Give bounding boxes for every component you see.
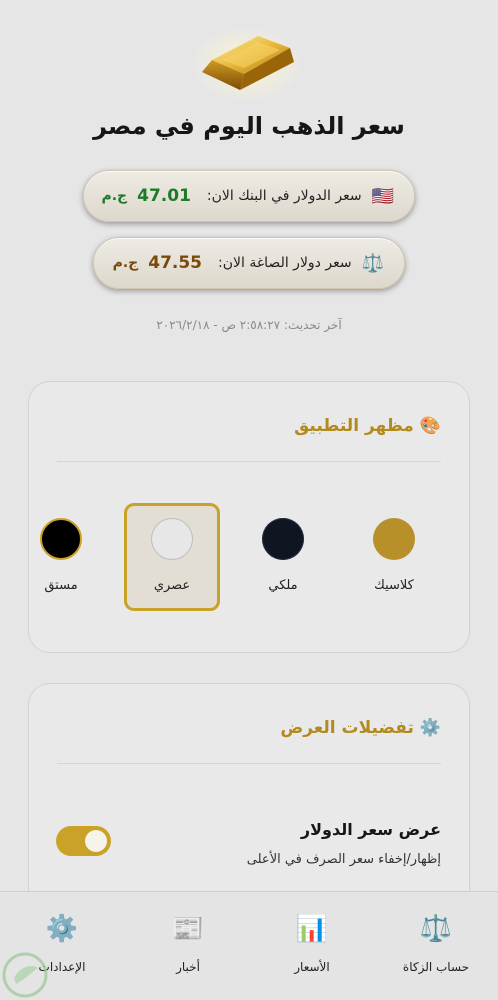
bottom-nav: ⚖️ حساب الزكاة 📊 الأسعار 📰 أخبار ⚙️ الإع… <box>0 891 498 1000</box>
divider <box>57 763 441 764</box>
theme-card: 🎨 مظهر التطبيق كلاسيك ملكي عصري مستق <box>28 381 470 653</box>
theme-label-royal: ملكي <box>268 578 298 593</box>
toggle-knob <box>85 830 107 852</box>
theme-swatch-royal <box>262 518 304 560</box>
page-title: سعر الذهب اليوم في مصر <box>93 112 405 140</box>
theme-swatch-classic <box>373 518 415 560</box>
gear-icon: ⚙️ <box>45 914 79 944</box>
bar-chart-icon: 📊 <box>295 914 329 944</box>
nav-zakat-calculator[interactable]: ⚖️ حساب الزكاة <box>374 892 498 1000</box>
nav-label: الأسعار <box>294 960 330 974</box>
nav-label: أخبار <box>176 960 200 974</box>
gold-bar-icon <box>191 26 303 102</box>
palette-icon: 🎨 <box>419 416 441 436</box>
scale-icon: ⚖️ <box>419 914 453 944</box>
us-flag-icon: 🇺🇸 <box>371 185 394 207</box>
display-card-title-text: تفضيلات العرض <box>280 718 414 738</box>
nav-news[interactable]: 📰 أخبار <box>126 892 250 1000</box>
nav-prices[interactable]: 📊 الأسعار <box>250 892 374 1000</box>
bank-rate-label: سعر الدولار في البنك الان: <box>206 188 362 204</box>
gear-icon: ⚙️ <box>419 718 441 738</box>
newspaper-icon: 📰 <box>171 914 205 944</box>
goldsmith-rate-currency: ج.م <box>112 255 139 271</box>
theme-option-classic[interactable]: كلاسيك <box>346 503 442 611</box>
theme-option-royal[interactable]: ملكي <box>235 503 331 611</box>
watermark-logo-icon <box>2 952 48 998</box>
goldsmith-rate-pill: ⚖️ سعر دولار الصاغة الان: 47.55 ج.م <box>93 237 405 289</box>
show-dollar-option-title: عرض سعر الدولار <box>300 820 441 839</box>
bank-rate-pill: 🇺🇸 سعر الدولار في البنك الان: 47.01 ج.م <box>83 170 415 222</box>
theme-swatch-modern <box>151 518 193 560</box>
display-preferences-card: ⚙️ تفضيلات العرض عرض سعر الدولار إظهار/إ… <box>28 683 470 923</box>
bank-rate-currency: ج.م <box>101 188 128 204</box>
last-updated: آخر تحديث: ٢:٥٨:٢٧ ص - ٢٠٢٦/٢/١٨ <box>156 318 342 332</box>
show-dollar-option-subtitle: إظهار/إخفاء سعر الصرف في الأعلى <box>246 852 441 867</box>
theme-option-modern[interactable]: عصري <box>124 503 220 611</box>
display-card-title: ⚙️ تفضيلات العرض <box>280 718 441 738</box>
header: سعر الذهب اليوم في مصر 🇺🇸 سعر الدولار في… <box>0 0 498 370</box>
theme-label-modern: عصري <box>153 578 191 593</box>
nav-label: حساب الزكاة <box>402 960 470 974</box>
goldsmith-rate-value: 47.55 <box>148 253 203 273</box>
show-dollar-toggle[interactable] <box>56 826 111 856</box>
goldsmith-rate-label: سعر دولار الصاغة الان: <box>218 255 352 271</box>
theme-swatch-partial <box>40 518 82 560</box>
scale-icon: ⚖️ <box>361 252 384 274</box>
theme-label-classic: كلاسيك <box>374 578 414 593</box>
bank-rate-value: 47.01 <box>137 186 191 206</box>
divider <box>57 461 441 462</box>
theme-card-title: 🎨 مظهر التطبيق <box>294 416 441 436</box>
theme-options: كلاسيك ملكي عصري مستق <box>29 502 471 617</box>
theme-label-partial: مستق <box>44 578 78 593</box>
theme-option-partial[interactable]: مستق <box>29 503 109 611</box>
theme-card-title-text: مظهر التطبيق <box>294 416 414 436</box>
